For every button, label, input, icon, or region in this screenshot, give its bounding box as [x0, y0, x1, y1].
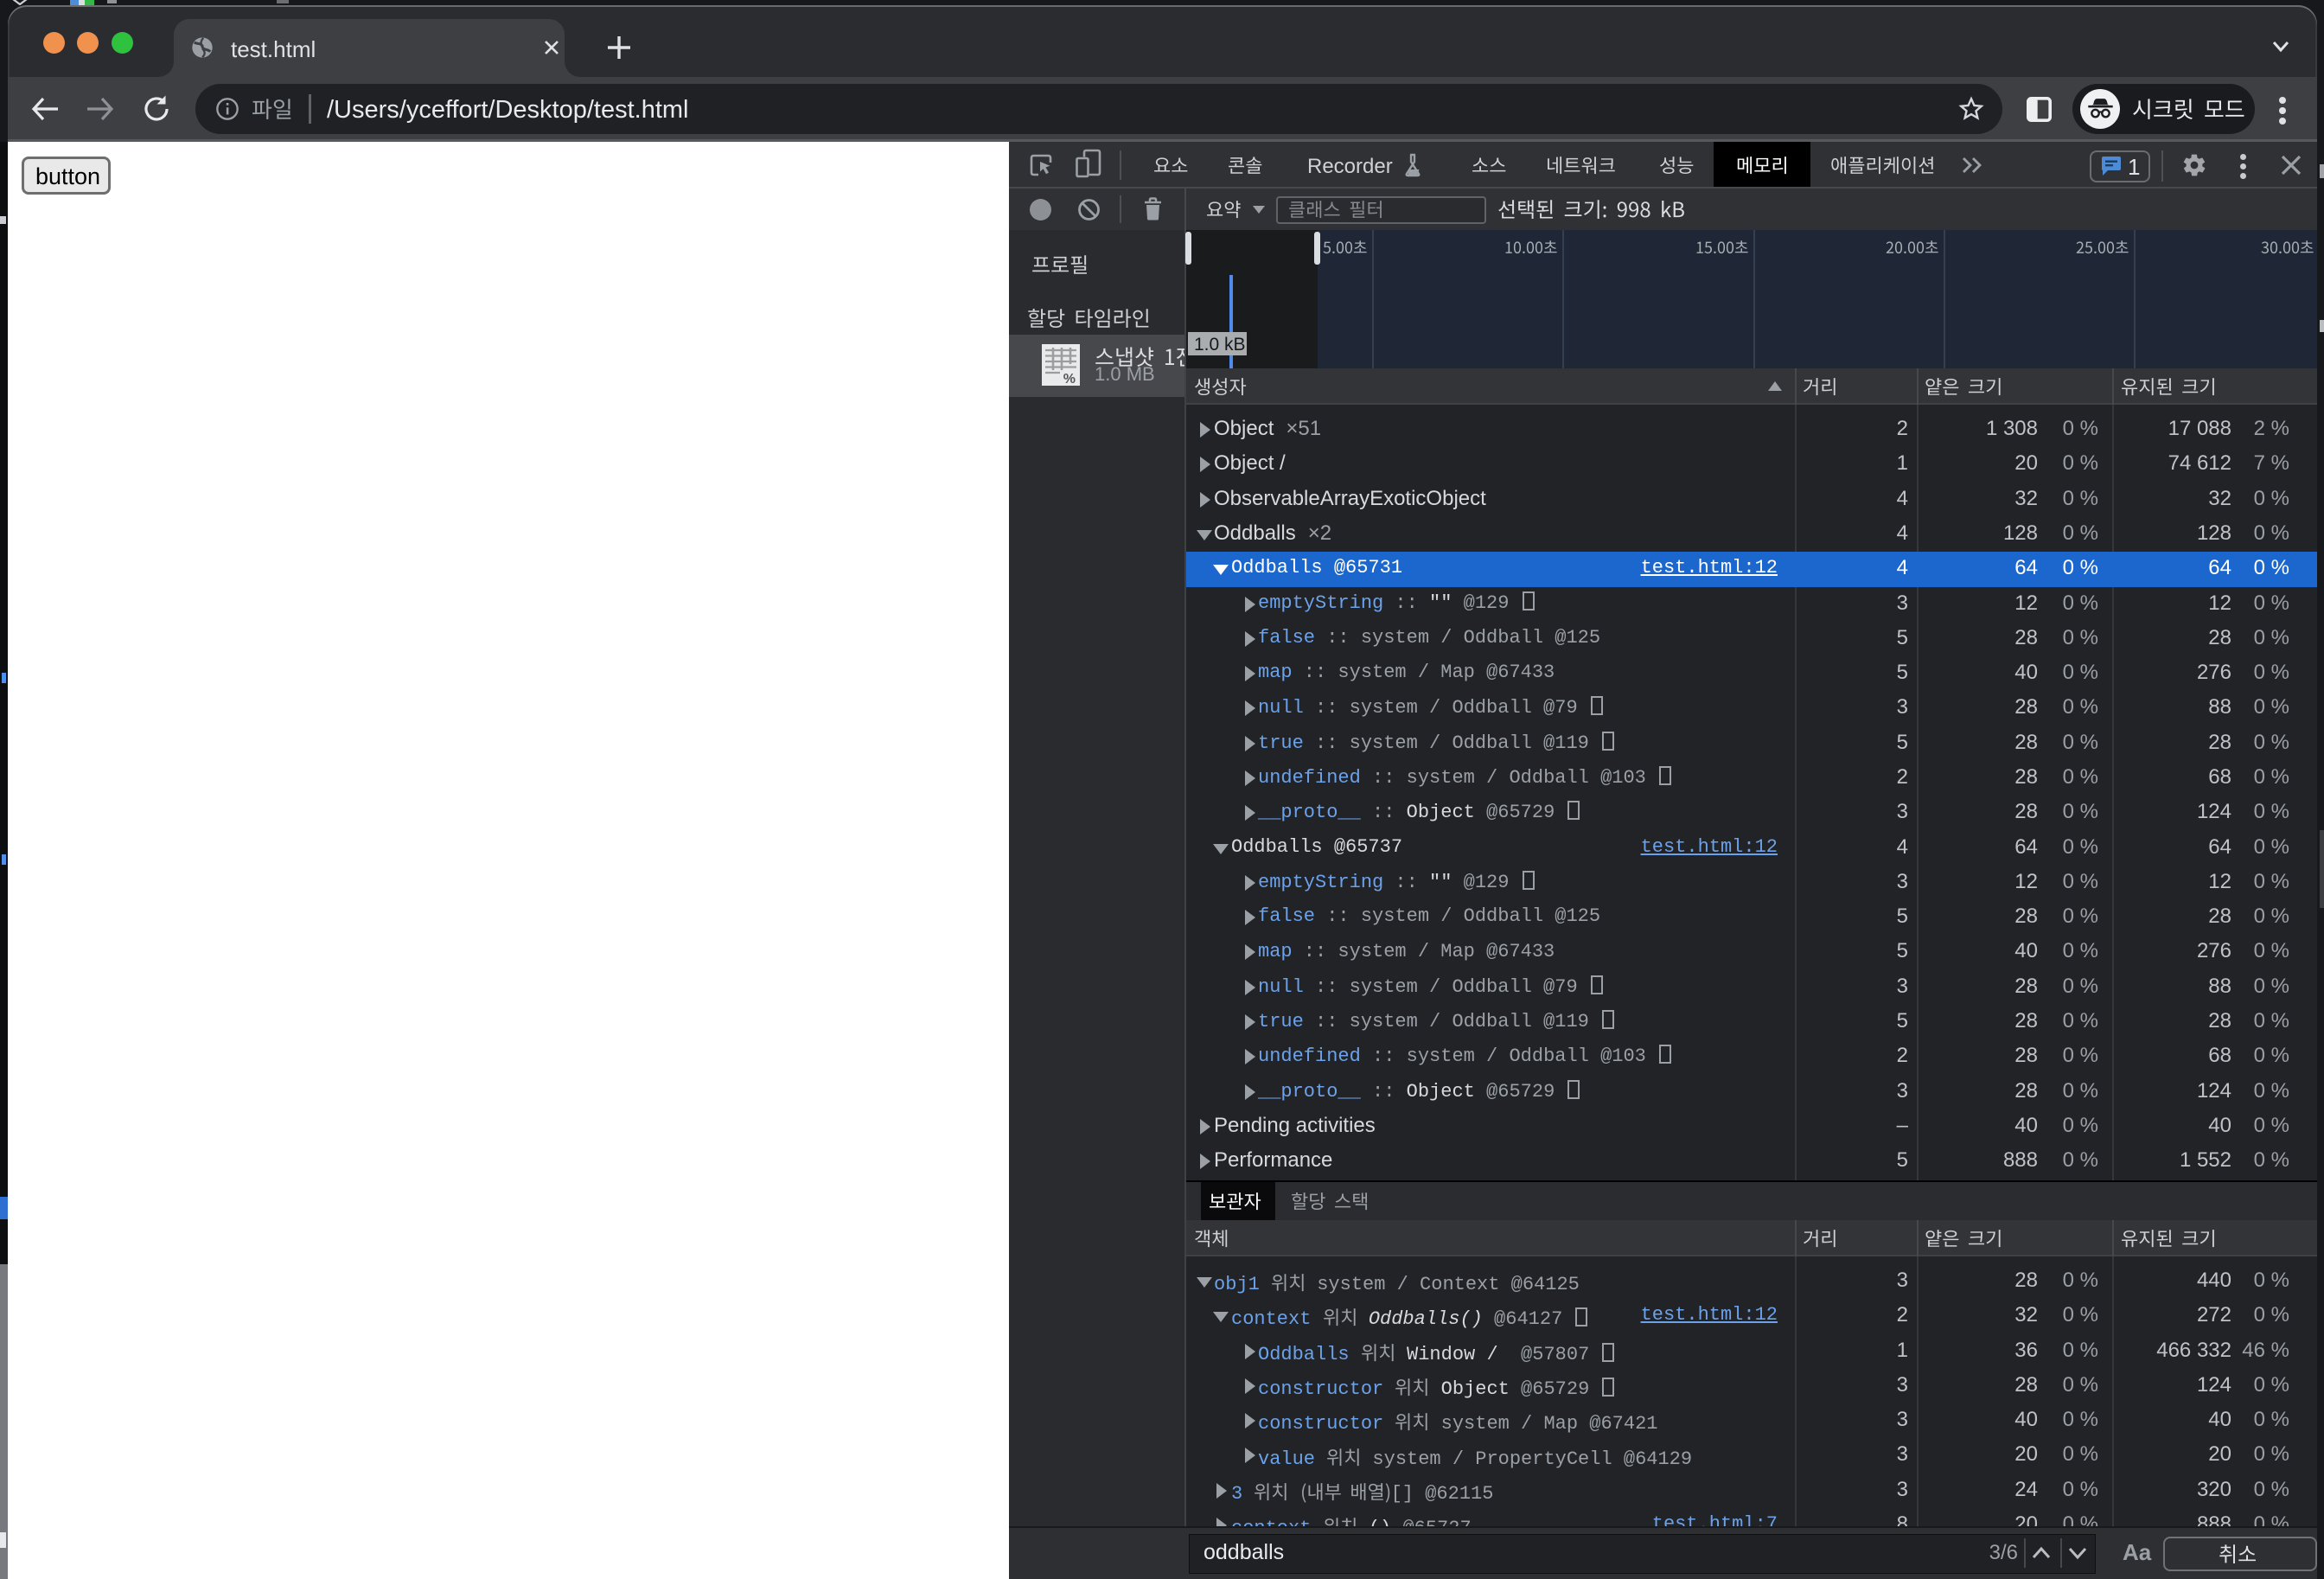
- svg-text:%: %: [1063, 372, 1076, 387]
